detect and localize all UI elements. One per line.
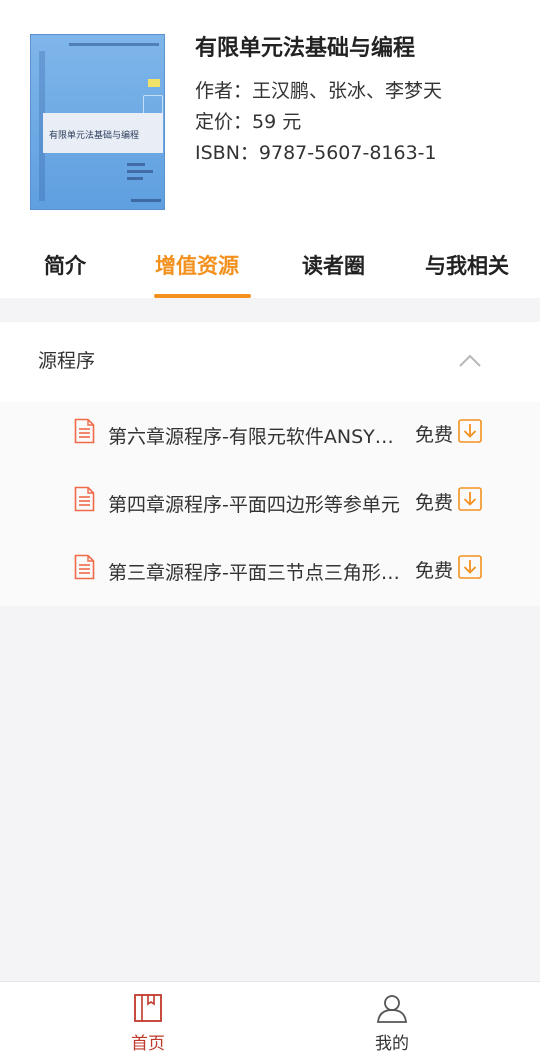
active-tab-indicator [154, 294, 251, 298]
file-item[interactable]: 第六章源程序-有限元软件ANSYS应用 免费 [0, 402, 540, 470]
user-icon [376, 995, 408, 1023]
nav-profile[interactable]: 我的 [257, 982, 527, 1055]
tab-reader-circle[interactable]: 读者圈 [302, 250, 365, 280]
file-item[interactable]: 第三章源程序-平面三节点三角形单元 免费 [0, 538, 540, 606]
nav-home[interactable]: 首页 [13, 982, 283, 1055]
document-icon [74, 486, 95, 512]
tab-intro[interactable]: 简介 [44, 250, 86, 280]
file-list: 第六章源程序-有限元软件ANSYS应用 免费 第四章源程序-平面四边形等参单元 … [0, 402, 540, 606]
file-item[interactable]: 第四章源程序-平面四边形等参单元 免费 [0, 470, 540, 538]
nav-profile-label: 我的 [375, 1034, 409, 1054]
document-icon [74, 554, 95, 580]
bottom-navigation: 首页 我的 [0, 981, 540, 1055]
book-header: 有限单元法基础与编程 有限单元法基础与编程 作者：王汉鹏、张冰、李梦天 定价：5… [0, 0, 540, 298]
book-author: 作者：王汉鹏、张冰、李梦天 [195, 80, 443, 102]
file-name[interactable]: 第三章源程序-平面三节点三角形单元 [108, 558, 404, 585]
tab-related-to-me[interactable]: 与我相关 [425, 250, 509, 280]
section-header-source-code[interactable]: 源程序 [0, 322, 540, 402]
section-title: 源程序 [38, 350, 96, 372]
price-label: 免费 [415, 560, 454, 582]
download-icon[interactable] [458, 555, 482, 579]
tab-resources[interactable]: 增值资源 [155, 250, 239, 280]
book-icon [134, 994, 162, 1022]
nav-home-label: 首页 [131, 1034, 165, 1054]
chevron-up-icon[interactable] [458, 352, 482, 368]
document-icon [74, 418, 95, 444]
tab-bar: 简介 增值资源 读者圈 与我相关 [0, 236, 540, 298]
download-icon[interactable] [458, 487, 482, 511]
book-cover-image: 有限单元法基础与编程 [30, 34, 165, 210]
file-name[interactable]: 第四章源程序-平面四边形等参单元 [108, 490, 404, 517]
download-icon[interactable] [458, 419, 482, 443]
book-title: 有限单元法基础与编程 [195, 36, 416, 61]
price-label: 免费 [415, 492, 454, 514]
book-price: 定价：59 元 [195, 111, 302, 133]
book-isbn: ISBN：9787-5607-8163-1 [195, 142, 437, 164]
price-label: 免费 [415, 424, 454, 446]
file-name[interactable]: 第六章源程序-有限元软件ANSYS应用 [108, 422, 404, 449]
cover-title: 有限单元法基础与编程 [49, 131, 140, 141]
